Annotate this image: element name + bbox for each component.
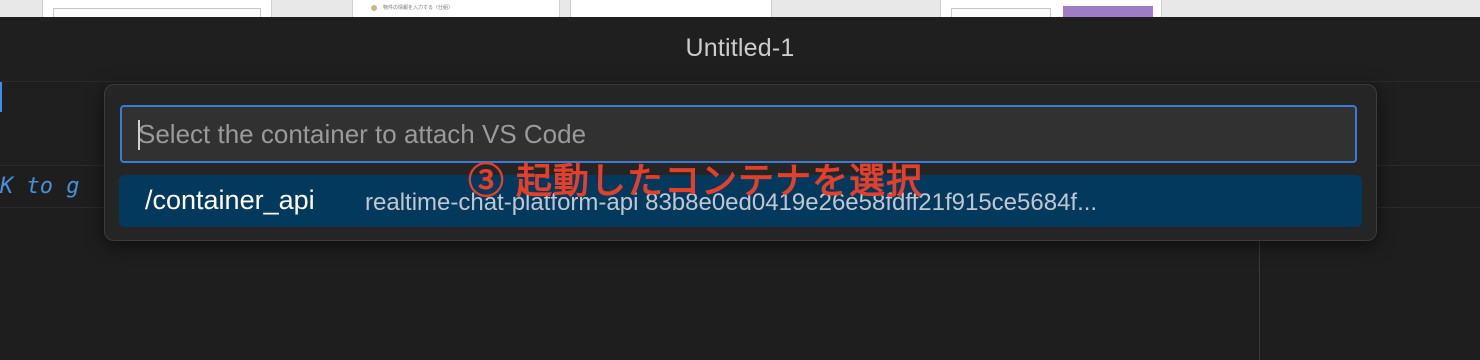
quick-pick-item-label: /container_api xyxy=(145,185,315,215)
background-thumbnail-strip: 物件の情報を入力する（仕組） xyxy=(0,0,1480,17)
thumbnail-slide xyxy=(940,0,1162,17)
editor-hint-text: K to g xyxy=(0,174,80,199)
thumbnail-slide xyxy=(570,0,772,17)
thumbnail-highlight xyxy=(1063,6,1153,17)
step-annotation: ③ 起動したコンテナを選択 xyxy=(468,160,924,201)
thumbnail-slide: 物件の情報を入力する（仕組） xyxy=(352,0,560,17)
active-tab-indicator xyxy=(0,82,2,112)
window-title: Untitled-1 xyxy=(685,34,795,62)
thumbnail-caption: 物件の情報を入力する（仕組） xyxy=(383,5,454,11)
window-title-bar: Untitled-1 xyxy=(0,17,1480,82)
thumbnail-slide xyxy=(42,0,272,17)
bullet-icon xyxy=(371,5,377,11)
